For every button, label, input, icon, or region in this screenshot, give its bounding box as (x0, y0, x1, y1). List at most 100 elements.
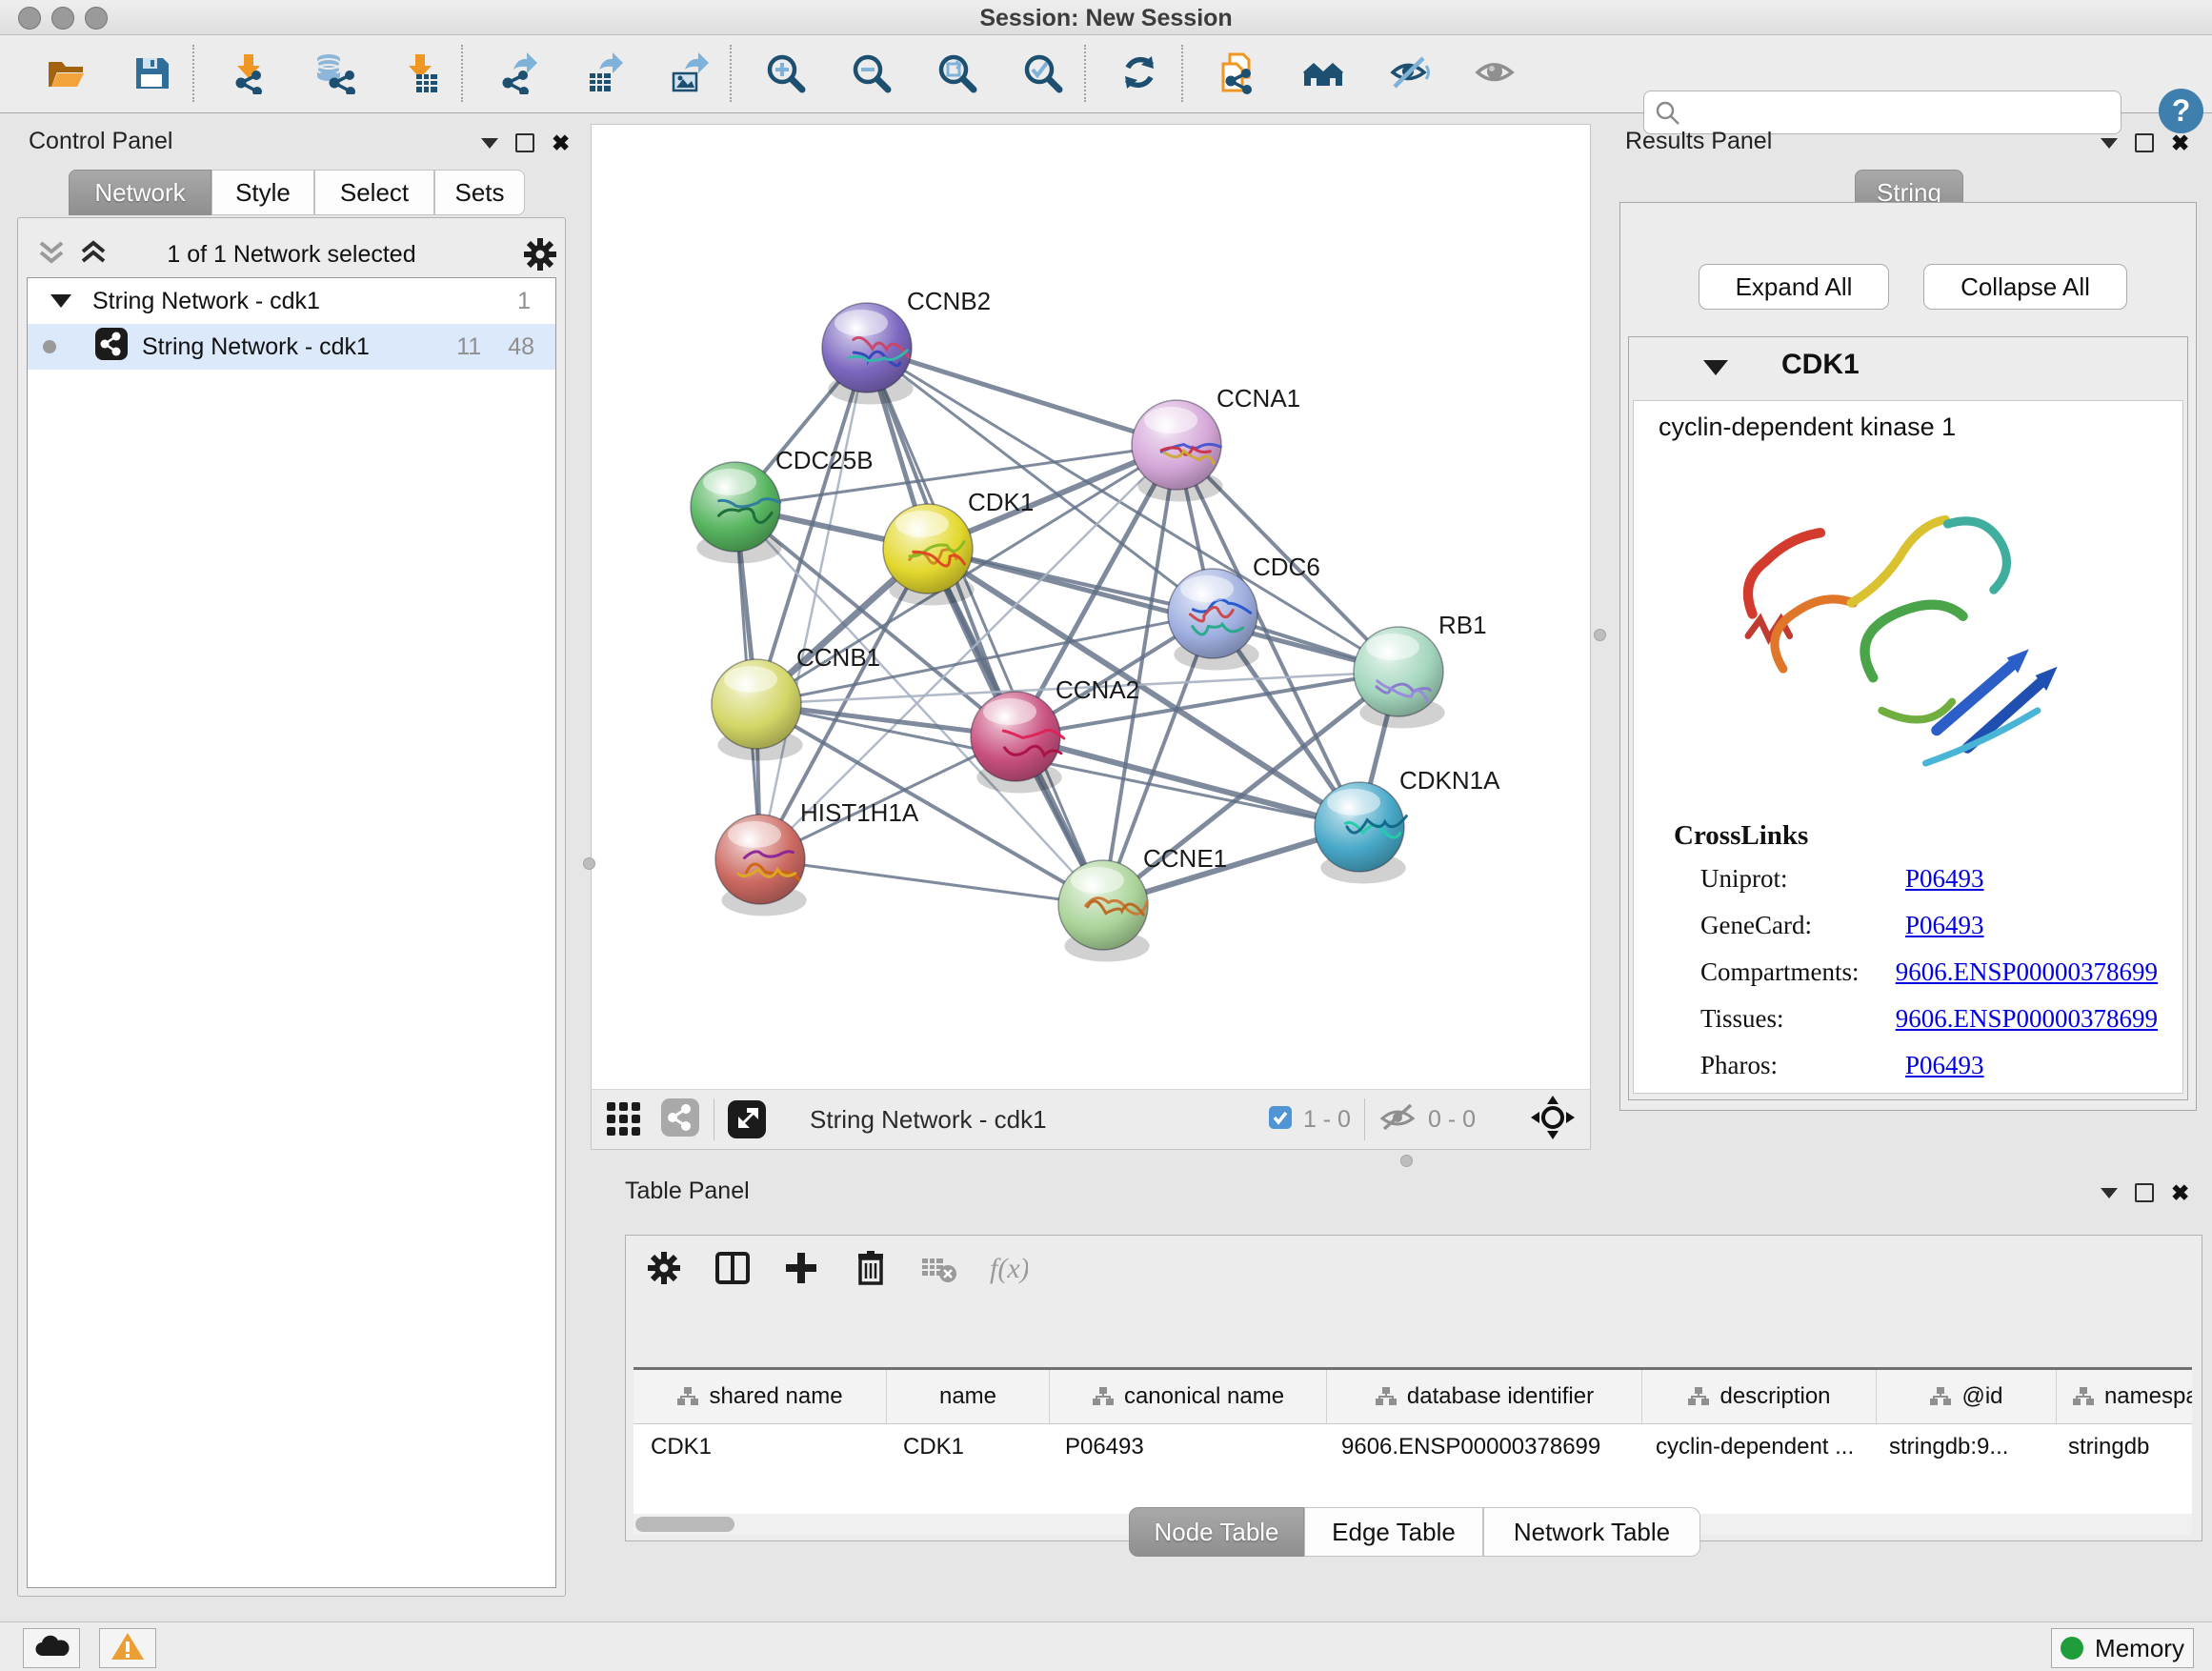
crosslink-value-link[interactable]: 9606.ENSP00000378699 (1896, 1004, 2158, 1034)
first-neighbors-icon[interactable] (1299, 49, 1347, 98)
network-row[interactable]: String Network - cdk1 11 48 (28, 324, 555, 370)
memory-button[interactable]: Memory (2051, 1628, 2194, 1668)
table-cell[interactable]: cyclin-dependent ... (1639, 1424, 1872, 1470)
birdseye-view-icon[interactable] (728, 1100, 766, 1138)
table-cell[interactable]: CDK1 (886, 1424, 1048, 1470)
crosslink-value-link[interactable]: 9606.ENSP00000378699 (1896, 957, 2158, 987)
hide-selected-icon[interactable] (1385, 49, 1433, 98)
results-menu-icon[interactable] (2101, 138, 2118, 149)
tab-node-table[interactable]: Node Table (1129, 1507, 1304, 1557)
panel-menu-icon[interactable] (481, 138, 498, 149)
edge-CDK1-RB1[interactable] (928, 549, 1398, 672)
node-label-RB1: RB1 (1438, 611, 1487, 639)
function-builder-icon: f(x) (986, 1249, 1028, 1292)
results-float-icon[interactable] (2135, 133, 2154, 152)
column-header-canonical-name[interactable]: canonical name (1050, 1370, 1327, 1423)
export-network-icon[interactable] (493, 49, 541, 98)
table-cell[interactable]: CDK1 (633, 1424, 886, 1470)
node-CCNA1[interactable]: CCNA1 (1132, 384, 1300, 501)
table-settings-gear-icon[interactable] (643, 1249, 685, 1292)
memory-label: Memory (2095, 1634, 2184, 1663)
table-float-icon[interactable] (2135, 1183, 2154, 1202)
table-hscrollbar-thumb[interactable] (635, 1517, 734, 1532)
network-edge-count: 48 (508, 333, 534, 361)
tab-select[interactable]: Select (314, 170, 434, 215)
right-divider-handle[interactable] (1594, 629, 1606, 641)
table-cell[interactable]: P06493 (1048, 1424, 1324, 1470)
crosslink-value-link[interactable]: P06493 (1905, 1051, 1984, 1080)
import-table-file-icon[interactable] (396, 49, 444, 98)
crosslink-label: Tissues: (1700, 1004, 1896, 1034)
table-cell[interactable]: 9606.ENSP00000378699 (1324, 1424, 1639, 1470)
network-collection-row[interactable]: String Network - cdk1 1 (28, 278, 555, 324)
zoom-out-icon[interactable] (848, 49, 895, 98)
toolbar-separator (1084, 45, 1086, 102)
node-HIST1H1A[interactable]: HIST1H1A (715, 798, 919, 916)
column-header-database-identifier[interactable]: database identifier (1327, 1370, 1642, 1423)
save-session-icon[interactable] (128, 49, 175, 98)
add-column-icon[interactable] (780, 1249, 822, 1292)
zoom-fit-icon[interactable] (934, 49, 981, 98)
left-divider-handle[interactable] (583, 857, 595, 870)
column-header--id[interactable]: @id (1877, 1370, 2057, 1423)
node-label-CCNA2: CCNA2 (1056, 675, 1139, 704)
collection-expand-icon[interactable] (50, 294, 71, 308)
crosslink-label: Compartments: (1700, 957, 1896, 987)
table-cell[interactable]: stringdb (2051, 1424, 2192, 1470)
expand-all-button[interactable]: Expand All (1699, 264, 1889, 310)
node-label-CCNA1: CCNA1 (1217, 384, 1300, 413)
export-table-icon[interactable] (579, 49, 627, 98)
table-cell[interactable]: stringdb:9... (1872, 1424, 2051, 1470)
crosslink-value-link[interactable]: P06493 (1905, 864, 1984, 894)
show-columns-icon[interactable] (712, 1249, 754, 1292)
node-CCNB2[interactable]: CCNB2 (822, 287, 991, 404)
tab-sets[interactable]: Sets (434, 170, 525, 215)
column-header-namespace[interactable]: namespace (2057, 1370, 2192, 1423)
table-close-icon[interactable]: ✖ (2171, 1185, 2189, 1200)
tab-network-table[interactable]: Network Table (1483, 1507, 1700, 1557)
collapse-all-button[interactable]: Collapse All (1923, 264, 2127, 310)
grid-mode-icon[interactable] (605, 1098, 643, 1141)
node-CDKN1A[interactable]: CDKN1A (1315, 766, 1500, 883)
main-toolbar: ? (0, 35, 2212, 113)
import-network-database-icon[interactable] (311, 49, 358, 98)
current-network-name: String Network - cdk1 (810, 1105, 1047, 1135)
view-mode-share-icon[interactable] (660, 1097, 700, 1142)
clone-network-icon[interactable] (1214, 49, 1261, 98)
apply-layout-icon[interactable] (1116, 49, 1164, 98)
bottom-divider-handle[interactable] (1400, 1155, 1413, 1167)
open-file-icon[interactable] (42, 49, 90, 98)
edge-CCNB2-CCNA1[interactable] (867, 348, 1176, 445)
column-header-name[interactable]: name (887, 1370, 1050, 1423)
cloud-button[interactable] (23, 1628, 80, 1668)
table-menu-icon[interactable] (2101, 1188, 2118, 1198)
panel-float-icon[interactable] (515, 133, 534, 152)
tab-network[interactable]: Network (69, 170, 211, 215)
table-panel-title: Table Panel (625, 1178, 750, 1205)
toolbar-separator (461, 45, 463, 102)
zoom-selected-icon[interactable] (1019, 49, 1067, 98)
tab-style[interactable]: Style (211, 170, 314, 215)
edge-HIST1H1A-CCNE1[interactable] (760, 859, 1103, 905)
network-view-canvas[interactable]: CCNB2CCNA1CDC25BCDK1CDC6RB1CCNB1CCNA2CDK… (591, 124, 1591, 1090)
delete-column-icon[interactable] (849, 1249, 891, 1292)
table-row[interactable]: CDK1CDK1P064939606.ENSP00000378699cyclin… (633, 1424, 2192, 1470)
selected-checkbox-icon[interactable] (1267, 1104, 1294, 1136)
network-options-gear-icon[interactable] (521, 235, 559, 278)
panel-close-icon[interactable]: ✖ (552, 135, 570, 151)
node-RB1[interactable]: RB1 (1354, 611, 1487, 728)
node-CCNB1[interactable]: CCNB1 (712, 643, 880, 760)
crosslink-value-link[interactable]: P06493 (1905, 911, 1984, 940)
results-close-icon[interactable]: ✖ (2171, 135, 2189, 151)
column-header-shared-name[interactable]: shared name (633, 1370, 887, 1423)
fit-selection-crosshair-icon[interactable] (1531, 1096, 1575, 1144)
current-network-dot-icon (43, 340, 56, 353)
zoom-in-icon[interactable] (762, 49, 810, 98)
warnings-button[interactable] (99, 1628, 156, 1668)
show-all-icon[interactable] (1471, 49, 1518, 98)
cdk1-collapse-icon[interactable] (1703, 360, 1728, 375)
import-network-file-icon[interactable] (225, 49, 272, 98)
export-image-icon[interactable] (665, 49, 713, 98)
tab-edge-table[interactable]: Edge Table (1304, 1507, 1483, 1557)
column-header-description[interactable]: description (1642, 1370, 1877, 1423)
